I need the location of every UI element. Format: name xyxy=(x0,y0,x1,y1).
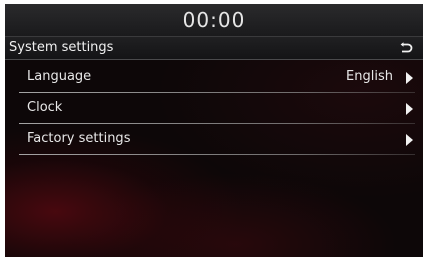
menu-item-label: Language xyxy=(27,69,92,84)
header: System settings xyxy=(5,37,423,60)
status-bar: 00:00 xyxy=(5,4,423,37)
chevron-right-icon xyxy=(406,72,413,84)
back-button[interactable] xyxy=(395,39,417,57)
back-return-icon xyxy=(400,42,413,53)
menu-item-value: English xyxy=(346,69,393,84)
divider xyxy=(19,154,415,155)
menu-item-factory-settings[interactable]: Factory settings xyxy=(19,124,415,155)
menu-item-label: Factory settings xyxy=(27,131,131,146)
page-title: System settings xyxy=(9,40,114,55)
chevron-right-icon xyxy=(406,134,413,146)
settings-menu: Language English Clock Factory settings xyxy=(19,62,415,155)
menu-item-language[interactable]: Language English xyxy=(19,62,415,93)
screenshot-frame: 00:00 System settings Language English C… xyxy=(0,0,428,261)
chevron-right-icon xyxy=(406,103,413,115)
clock-time: 00:00 xyxy=(182,8,246,32)
menu-item-label: Clock xyxy=(27,100,63,115)
menu-item-clock[interactable]: Clock xyxy=(19,93,415,124)
display-screen: 00:00 System settings Language English C… xyxy=(5,4,423,257)
